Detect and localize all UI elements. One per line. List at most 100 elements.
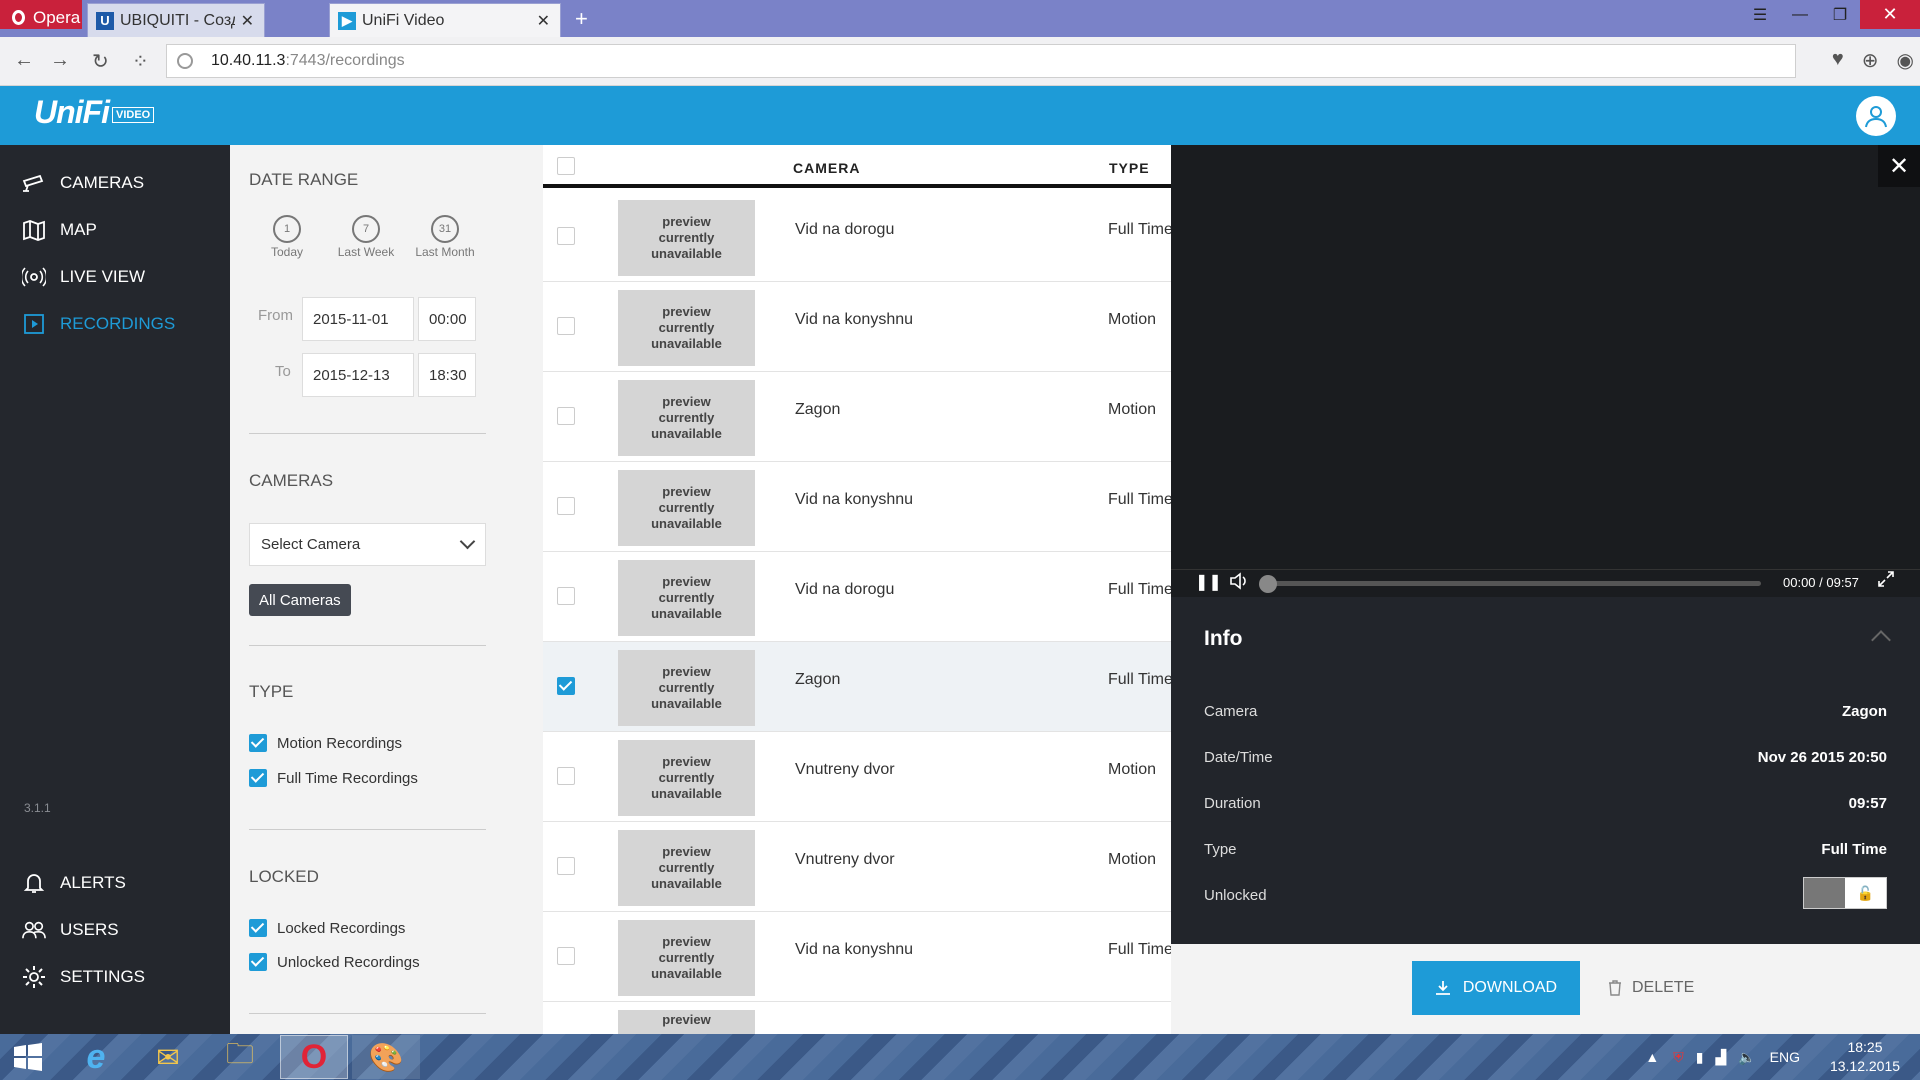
opera-menu-button[interactable]: Opera [0, 0, 82, 29]
taskbar-paint[interactable]: 🎨 [352, 1035, 420, 1079]
pause-button[interactable]: ❚❚ [1195, 572, 1222, 592]
shortcut-label: Last Week [337, 245, 395, 259]
row-checkbox[interactable] [557, 497, 575, 515]
to-date-input[interactable]: 2015-12-13 [302, 353, 414, 397]
preview-thumbnail[interactable]: preview currently unavailable [618, 380, 755, 456]
preview-thumbnail[interactable]: preview currently unavailable [618, 830, 755, 906]
preview-thumbnail[interactable]: preview currently unavailable [618, 290, 755, 366]
table-row[interactable]: preview currently unavailable Vid na kony… [543, 462, 1171, 552]
minimize-button[interactable]: — [1780, 0, 1820, 29]
site-info-icon[interactable] [177, 53, 193, 69]
tab-title: UniFi Video [362, 11, 445, 29]
video-player[interactable]: ✕ [1171, 145, 1920, 569]
back-icon[interactable]: ← [14, 49, 34, 72]
camera-select[interactable]: Select Camera [249, 523, 486, 566]
from-date-input[interactable]: 2015-11-01 [302, 297, 414, 341]
taskbar-explorer[interactable]: 🗀 [206, 1035, 274, 1079]
table-row[interactable]: preview [543, 1002, 1171, 1034]
preview-thumbnail[interactable]: preview currently unavailable [618, 650, 755, 726]
lock-toggle[interactable]: 🔓 [1803, 877, 1887, 909]
table-row[interactable]: preview currently unavailable Vid na kony… [543, 912, 1171, 1002]
table-row[interactable]: preview currently unavailable Vid na doro… [543, 552, 1171, 642]
row-checkbox[interactable] [557, 947, 575, 965]
table-row[interactable]: preview currently unavailable Vnutreny dv… [543, 732, 1171, 822]
shortcut-today[interactable]: 1 Today [252, 215, 322, 259]
unlocked-recordings-checkbox[interactable]: Unlocked Recordings [249, 953, 420, 971]
start-button[interactable] [0, 1035, 56, 1079]
sidebar-item-recordings[interactable]: RECORDINGS [22, 309, 175, 339]
delete-button[interactable]: DELETE [1608, 979, 1694, 997]
volume-button[interactable] [1229, 572, 1249, 595]
from-time-input[interactable]: 00:00 [418, 297, 476, 341]
to-time-input[interactable]: 18:30 [418, 353, 476, 397]
preview-thumbnail[interactable]: preview currently unavailable [618, 560, 755, 636]
heart-icon[interactable]: ♥ [1832, 48, 1844, 73]
restore-button[interactable]: ❐ [1820, 0, 1860, 29]
table-row[interactable]: preview currently unavailable Vid na doro… [543, 192, 1171, 282]
preview-thumbnail[interactable]: preview currently unavailable [618, 740, 755, 816]
row-checkbox[interactable] [557, 227, 575, 245]
motion-recordings-checkbox[interactable]: Motion Recordings [249, 734, 402, 752]
all-cameras-button[interactable]: All Cameras [249, 584, 351, 616]
tab-close-icon[interactable]: ✕ [241, 11, 254, 31]
tab-ubiquiti[interactable]: U UBIQUITI - Создать нову ✕ [87, 3, 265, 37]
seek-handle[interactable] [1259, 575, 1277, 593]
row-checkbox[interactable] [557, 767, 575, 785]
tab-unifi-video[interactable]: ▶ UniFi Video ✕ [329, 3, 561, 37]
row-checkbox[interactable] [557, 317, 575, 335]
full-time-recordings-checkbox[interactable]: Full Time Recordings [249, 769, 418, 787]
volume-muted-icon[interactable]: 🔈 [1738, 1049, 1755, 1066]
tab-menu-icon[interactable]: ☰ [1740, 0, 1780, 29]
info-row-datetime: Date/Time Nov 26 2015 20:50 [1204, 749, 1887, 766]
antivirus-icon[interactable]: ⛨ [1673, 1049, 1684, 1066]
preview-thumbnail[interactable]: preview currently unavailable [618, 920, 755, 996]
sidebar-item-cameras[interactable]: CAMERAS [22, 168, 144, 198]
sidebar-item-alerts[interactable]: ALERTS [22, 868, 126, 898]
unifi-logo[interactable]: UniFi VIDEO [34, 94, 155, 131]
column-header-camera[interactable]: CAMERA [793, 160, 860, 176]
url-input[interactable]: 10.40.11.3:7443/recordings [166, 44, 1796, 78]
account-icon[interactable]: ◉ [1897, 48, 1914, 73]
row-checkbox[interactable] [557, 677, 575, 695]
fullscreen-button[interactable] [1877, 570, 1895, 593]
taskbar-ie[interactable]: e [62, 1035, 130, 1079]
taskbar-opera[interactable]: O [280, 1035, 348, 1079]
shortcut-last-week[interactable]: 7 Last Week [331, 215, 401, 259]
row-checkbox[interactable] [557, 407, 575, 425]
sidebar-item-settings[interactable]: SETTINGS [22, 962, 145, 992]
chevron-up-icon[interactable] [1871, 630, 1891, 650]
download-icon[interactable]: ⊕ [1862, 48, 1879, 73]
close-player-button[interactable]: ✕ [1878, 145, 1920, 187]
select-all-checkbox[interactable] [557, 157, 575, 175]
window-close-button[interactable]: ✕ [1860, 0, 1920, 29]
row-checkbox[interactable] [557, 587, 575, 605]
table-row[interactable]: preview currently unavailable Vnutreny dv… [543, 822, 1171, 912]
new-tab-button[interactable]: + [575, 6, 588, 32]
shortcut-last-month[interactable]: 31 Last Month [410, 215, 480, 259]
taskbar-mail[interactable]: ✉ [134, 1035, 202, 1079]
forward-icon[interactable]: → [50, 49, 70, 72]
download-button[interactable]: DOWNLOAD [1412, 961, 1580, 1015]
table-row[interactable]: preview currently unavailable Vid na kony… [543, 282, 1171, 372]
battery-icon[interactable]: ▮ [1696, 1049, 1704, 1066]
sidebar-item-map[interactable]: MAP [22, 215, 97, 245]
column-header-type[interactable]: TYPE [1109, 160, 1150, 176]
speed-dial-icon[interactable]: ⁘ [132, 49, 149, 74]
table-row[interactable]: preview currently unavailable Zagon Full T… [543, 642, 1171, 732]
sidebar-item-live-view[interactable]: LIVE VIEW [22, 262, 145, 292]
input-language[interactable]: ENG [1770, 1049, 1800, 1065]
tab-close-icon[interactable]: ✕ [537, 11, 550, 31]
row-checkbox[interactable] [557, 857, 575, 875]
clock[interactable]: 18:25 13.12.2015 [1810, 1038, 1920, 1076]
preview-thumbnail[interactable]: preview [618, 1010, 755, 1034]
preview-thumbnail[interactable]: preview currently unavailable [618, 470, 755, 546]
tray-expand-icon[interactable]: ▲ [1645, 1049, 1659, 1065]
preview-thumbnail[interactable]: preview currently unavailable [618, 200, 755, 276]
table-row[interactable]: preview currently unavailable Zagon Motion [543, 372, 1171, 462]
sidebar-item-users[interactable]: USERS [22, 915, 119, 945]
user-avatar[interactable] [1856, 96, 1896, 136]
signal-icon[interactable]: ▟ [1715, 1049, 1726, 1066]
reload-icon[interactable]: ↻ [92, 49, 109, 74]
seek-bar[interactable] [1259, 575, 1761, 593]
locked-recordings-checkbox[interactable]: Locked Recordings [249, 919, 405, 937]
